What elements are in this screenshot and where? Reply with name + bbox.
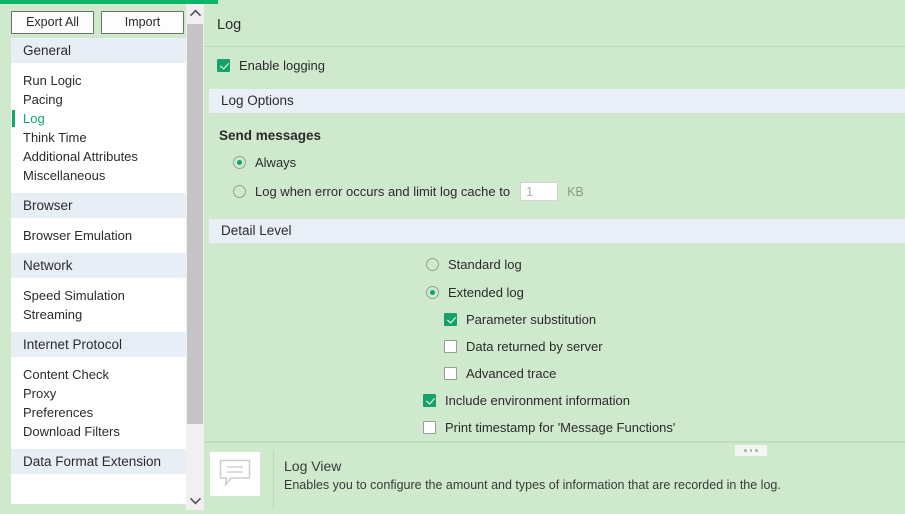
extended-log-row[interactable]: Extended log	[426, 285, 524, 300]
chevron-up-icon	[189, 9, 201, 17]
sidebar-item-preferences[interactable]: Preferences	[11, 403, 186, 422]
sidebar-item-download-filters[interactable]: Download Filters	[11, 422, 186, 441]
nav-group-data-format-extension[interactable]: Data Format Extension	[11, 449, 186, 474]
send-on-error-row[interactable]: Log when error occurs and limit log cach…	[233, 182, 584, 201]
settings-tree-scrollbar[interactable]	[186, 4, 204, 510]
scroll-up-button[interactable]	[186, 4, 204, 22]
include-environment-row[interactable]: Include environment information	[423, 393, 630, 408]
print-timestamp-label: Print timestamp for 'Message Functions'	[445, 420, 676, 435]
nav-group-internet-protocol[interactable]: Internet Protocol	[11, 332, 186, 357]
standard-log-radio[interactable]	[426, 258, 439, 271]
sidebar-item-proxy[interactable]: Proxy	[11, 384, 186, 403]
enable-logging-label: Enable logging	[239, 58, 326, 73]
data-returned-label: Data returned by server	[466, 339, 603, 354]
toolbar: Export All Import	[0, 6, 186, 38]
sidebar-item-streaming[interactable]: Streaming	[11, 305, 186, 324]
parameter-substitution-checkbox[interactable]	[444, 313, 457, 326]
scrollbar-thumb[interactable]	[187, 24, 203, 424]
sidebar-item-log[interactable]: Log	[11, 109, 186, 128]
sidebar-item-pacing[interactable]: Pacing	[11, 90, 186, 109]
sidebar-item-additional-attributes[interactable]: Additional Attributes	[11, 147, 186, 166]
title-divider	[204, 46, 905, 47]
import-button[interactable]: Import	[101, 10, 184, 34]
send-always-row[interactable]: Always	[233, 155, 296, 170]
extended-log-label: Extended log	[448, 285, 524, 300]
info-panel-title: Log View	[284, 458, 342, 474]
settings-tree[interactable]: General Run Logic Pacing Log Think Time Addit…	[11, 38, 186, 504]
data-returned-checkbox[interactable]	[444, 340, 457, 353]
advanced-trace-row[interactable]: Advanced trace	[444, 366, 556, 381]
nav-group-general[interactable]: General	[11, 38, 186, 63]
advanced-trace-checkbox[interactable]	[444, 367, 457, 380]
nav-group-network[interactable]: Network	[11, 253, 186, 278]
page-title: Log	[217, 17, 242, 33]
sidebar-item-miscellaneous[interactable]: Miscellaneous	[11, 166, 186, 185]
log-options-section-header: Log Options	[209, 89, 905, 113]
sidebar-item-think-time[interactable]: Think Time	[11, 128, 186, 147]
sidebar-item-speed-simulation[interactable]: Speed Simulation	[11, 286, 186, 305]
include-environment-label: Include environment information	[445, 393, 630, 408]
sidebar-item-content-check[interactable]: Content Check	[11, 365, 186, 384]
left-column: Export All Import General Run Logic Pacing…	[0, 4, 186, 510]
info-panel-description: Enables you to configure the amount and …	[284, 478, 781, 492]
info-panel: Log View Enables you to configure the am…	[204, 450, 905, 514]
include-environment-checkbox[interactable]	[423, 394, 436, 407]
send-on-error-label: Log when error occurs and limit log cach…	[255, 184, 511, 199]
parameter-substitution-label: Parameter substitution	[466, 312, 597, 327]
standard-log-label: Standard log	[448, 257, 522, 272]
detail-level-section-header: Detail Level	[209, 219, 905, 243]
print-timestamp-row[interactable]: Print timestamp for 'Message Functions'	[423, 420, 675, 435]
parameter-substitution-row[interactable]: Parameter substitution	[444, 312, 596, 327]
panel-splitter[interactable]	[204, 441, 905, 443]
log-cache-size-input[interactable]	[520, 182, 559, 201]
settings-window: Export All Import General Run Logic Pacing…	[0, 0, 905, 510]
advanced-trace-label: Advanced trace	[466, 366, 557, 381]
send-always-label: Always	[255, 155, 297, 170]
scroll-down-button[interactable]	[186, 492, 204, 510]
settings-content-pane: Log Enable logging Log Options Send mess…	[204, 4, 905, 510]
enable-logging-row[interactable]: Enable logging	[217, 58, 325, 73]
sidebar-item-browser-emulation[interactable]: Browser Emulation	[11, 226, 186, 245]
standard-log-row[interactable]: Standard log	[426, 257, 522, 272]
send-always-radio[interactable]	[233, 156, 246, 169]
enable-logging-checkbox[interactable]	[217, 59, 230, 72]
chevron-down-icon	[189, 497, 201, 505]
info-icon-container	[210, 452, 260, 496]
send-on-error-radio[interactable]	[233, 185, 246, 198]
extended-log-radio[interactable]	[426, 286, 439, 299]
log-cache-unit-label: KB	[567, 184, 584, 199]
export-all-button[interactable]: Export All	[11, 10, 94, 34]
speech-bubble-icon	[218, 458, 252, 491]
data-returned-row[interactable]: Data returned by server	[444, 339, 603, 354]
info-divider	[273, 450, 274, 509]
send-messages-label: Send messages	[219, 128, 322, 143]
nav-group-browser[interactable]: Browser	[11, 193, 186, 218]
print-timestamp-checkbox[interactable]	[423, 421, 436, 434]
sidebar-item-run-logic[interactable]: Run Logic	[11, 71, 186, 90]
